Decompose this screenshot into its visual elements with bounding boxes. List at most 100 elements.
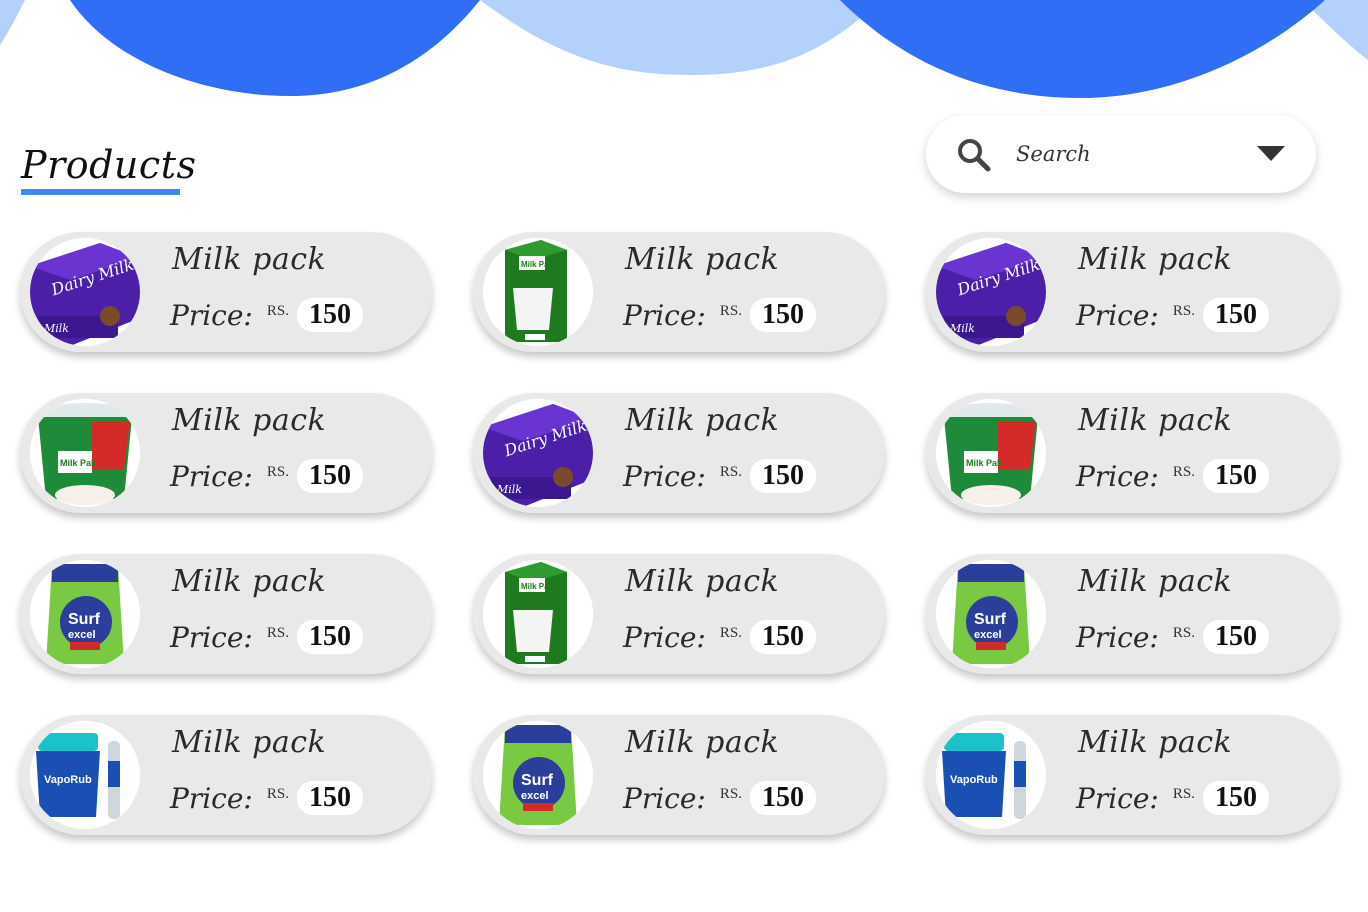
product-card[interactable]: Dairy Milk Milk Milk pack Price: RS. 150: [20, 232, 432, 352]
currency-label: RS.: [719, 302, 742, 319]
product-name: Milk pack: [625, 564, 780, 599]
currency-label: RS.: [266, 785, 289, 802]
price-value: 150: [749, 620, 816, 654]
price-value: 150: [296, 781, 363, 815]
price-row: Price: RS. 150: [1076, 298, 1269, 332]
svg-text:Milk: Milk: [496, 483, 522, 496]
svg-text:Milk Pak: Milk Pak: [966, 458, 1003, 468]
price-label: Price:: [170, 620, 253, 654]
price-row: Price: RS. 150: [1076, 620, 1269, 654]
product-name: Milk pack: [625, 403, 780, 438]
currency-label: RS.: [719, 624, 742, 641]
price-value: 150: [296, 620, 363, 654]
product-name: Milk pack: [1078, 403, 1233, 438]
product-image: VapoRub: [30, 721, 140, 829]
price-row: Price: RS. 150: [623, 781, 816, 815]
product-card[interactable]: Milk Pak Milk pack Price: RS. 150: [473, 232, 885, 352]
price-label: Price:: [1076, 781, 1159, 815]
product-name: Milk pack: [172, 564, 327, 599]
product-name: Milk pack: [172, 725, 327, 760]
price-row: Price: RS. 150: [170, 781, 363, 815]
currency-label: RS.: [1172, 463, 1195, 480]
product-card[interactable]: VapoRub Milk pack Price: RS. 150: [926, 715, 1338, 835]
currency-label: RS.: [719, 785, 742, 802]
price-label: Price:: [623, 781, 706, 815]
svg-text:Milk: Milk: [949, 322, 975, 335]
product-name: Milk pack: [172, 403, 327, 438]
price-value: 150: [1202, 620, 1269, 654]
product-card[interactable]: Milk Pak Milk pack Price: RS. 150: [473, 554, 885, 674]
svg-text:excel: excel: [68, 629, 96, 641]
price-row: Price: RS. 150: [623, 620, 816, 654]
product-image: Dairy Milk Milk: [483, 399, 593, 507]
svg-text:Milk Pak: Milk Pak: [521, 260, 554, 269]
product-card[interactable]: Milk Pak Milk pack Price: RS. 150: [926, 393, 1338, 513]
product-name: Milk pack: [1078, 564, 1233, 599]
price-row: Price: RS. 150: [170, 298, 363, 332]
price-label: Price:: [623, 298, 706, 332]
svg-text:Surf: Surf: [521, 772, 554, 789]
price-label: Price:: [623, 459, 706, 493]
product-card[interactable]: VapoRub Milk pack Price: RS. 150: [20, 715, 432, 835]
product-name: Milk pack: [625, 725, 780, 760]
svg-text:excel: excel: [974, 629, 1002, 641]
product-image: Dairy Milk Milk: [30, 238, 140, 346]
price-value: 150: [749, 298, 816, 332]
price-value: 150: [1202, 459, 1269, 493]
svg-text:excel: excel: [521, 790, 549, 802]
product-card[interactable]: Surf excel Milk pack Price: RS. 150: [926, 554, 1338, 674]
svg-text:Surf: Surf: [974, 611, 1007, 628]
currency-label: RS.: [1172, 785, 1195, 802]
product-image: Milk Pak: [936, 399, 1046, 507]
price-label: Price:: [1076, 459, 1159, 493]
currency-label: RS.: [1172, 624, 1195, 641]
currency-label: RS.: [266, 463, 289, 480]
currency-label: RS.: [1172, 302, 1195, 319]
price-row: Price: RS. 150: [1076, 459, 1269, 493]
product-name: Milk pack: [1078, 725, 1233, 760]
product-grid: Dairy Milk Milk Milk pack Price: RS. 150 Milk …: [0, 0, 1368, 912]
product-name: Milk pack: [1078, 242, 1233, 277]
product-card[interactable]: Milk Pak Milk pack Price: RS. 150: [20, 393, 432, 513]
price-value: 150: [296, 459, 363, 493]
price-row: Price: RS. 150: [170, 459, 363, 493]
product-card[interactable]: Dairy Milk Milk Milk pack Price: RS. 150: [473, 393, 885, 513]
product-image: Surf excel: [30, 560, 140, 668]
product-card[interactable]: Surf excel Milk pack Price: RS. 150: [473, 715, 885, 835]
product-card[interactable]: Dairy Milk Milk Milk pack Price: RS. 150: [926, 232, 1338, 352]
product-image: Milk Pak: [483, 238, 593, 346]
price-value: 150: [749, 781, 816, 815]
product-card[interactable]: Surf excel Milk pack Price: RS. 150: [20, 554, 432, 674]
product-image: Milk Pak: [30, 399, 140, 507]
product-name: Milk pack: [625, 242, 780, 277]
svg-text:Milk Pak: Milk Pak: [521, 582, 554, 591]
price-value: 150: [1202, 298, 1269, 332]
price-row: Price: RS. 150: [623, 459, 816, 493]
svg-text:Milk: Milk: [43, 322, 69, 335]
price-label: Price:: [623, 620, 706, 654]
price-label: Price:: [170, 781, 253, 815]
price-label: Price:: [170, 459, 253, 493]
svg-text:Surf: Surf: [68, 611, 101, 628]
price-value: 150: [296, 298, 363, 332]
svg-text:VapoRub: VapoRub: [44, 774, 92, 786]
price-label: Price:: [170, 298, 253, 332]
price-label: Price:: [1076, 298, 1159, 332]
svg-text:Milk Pak: Milk Pak: [60, 458, 97, 468]
price-value: 150: [1202, 781, 1269, 815]
product-image: Dairy Milk Milk: [936, 238, 1046, 346]
price-row: Price: RS. 150: [170, 620, 363, 654]
product-image: Surf excel: [483, 721, 593, 829]
price-label: Price:: [1076, 620, 1159, 654]
price-row: Price: RS. 150: [623, 298, 816, 332]
product-image: Surf excel: [936, 560, 1046, 668]
svg-text:VapoRub: VapoRub: [950, 774, 998, 786]
currency-label: RS.: [266, 624, 289, 641]
currency-label: RS.: [266, 302, 289, 319]
price-row: Price: RS. 150: [1076, 781, 1269, 815]
product-name: Milk pack: [172, 242, 327, 277]
currency-label: RS.: [719, 463, 742, 480]
product-image: VapoRub: [936, 721, 1046, 829]
product-image: Milk Pak: [483, 560, 593, 668]
price-value: 150: [749, 459, 816, 493]
